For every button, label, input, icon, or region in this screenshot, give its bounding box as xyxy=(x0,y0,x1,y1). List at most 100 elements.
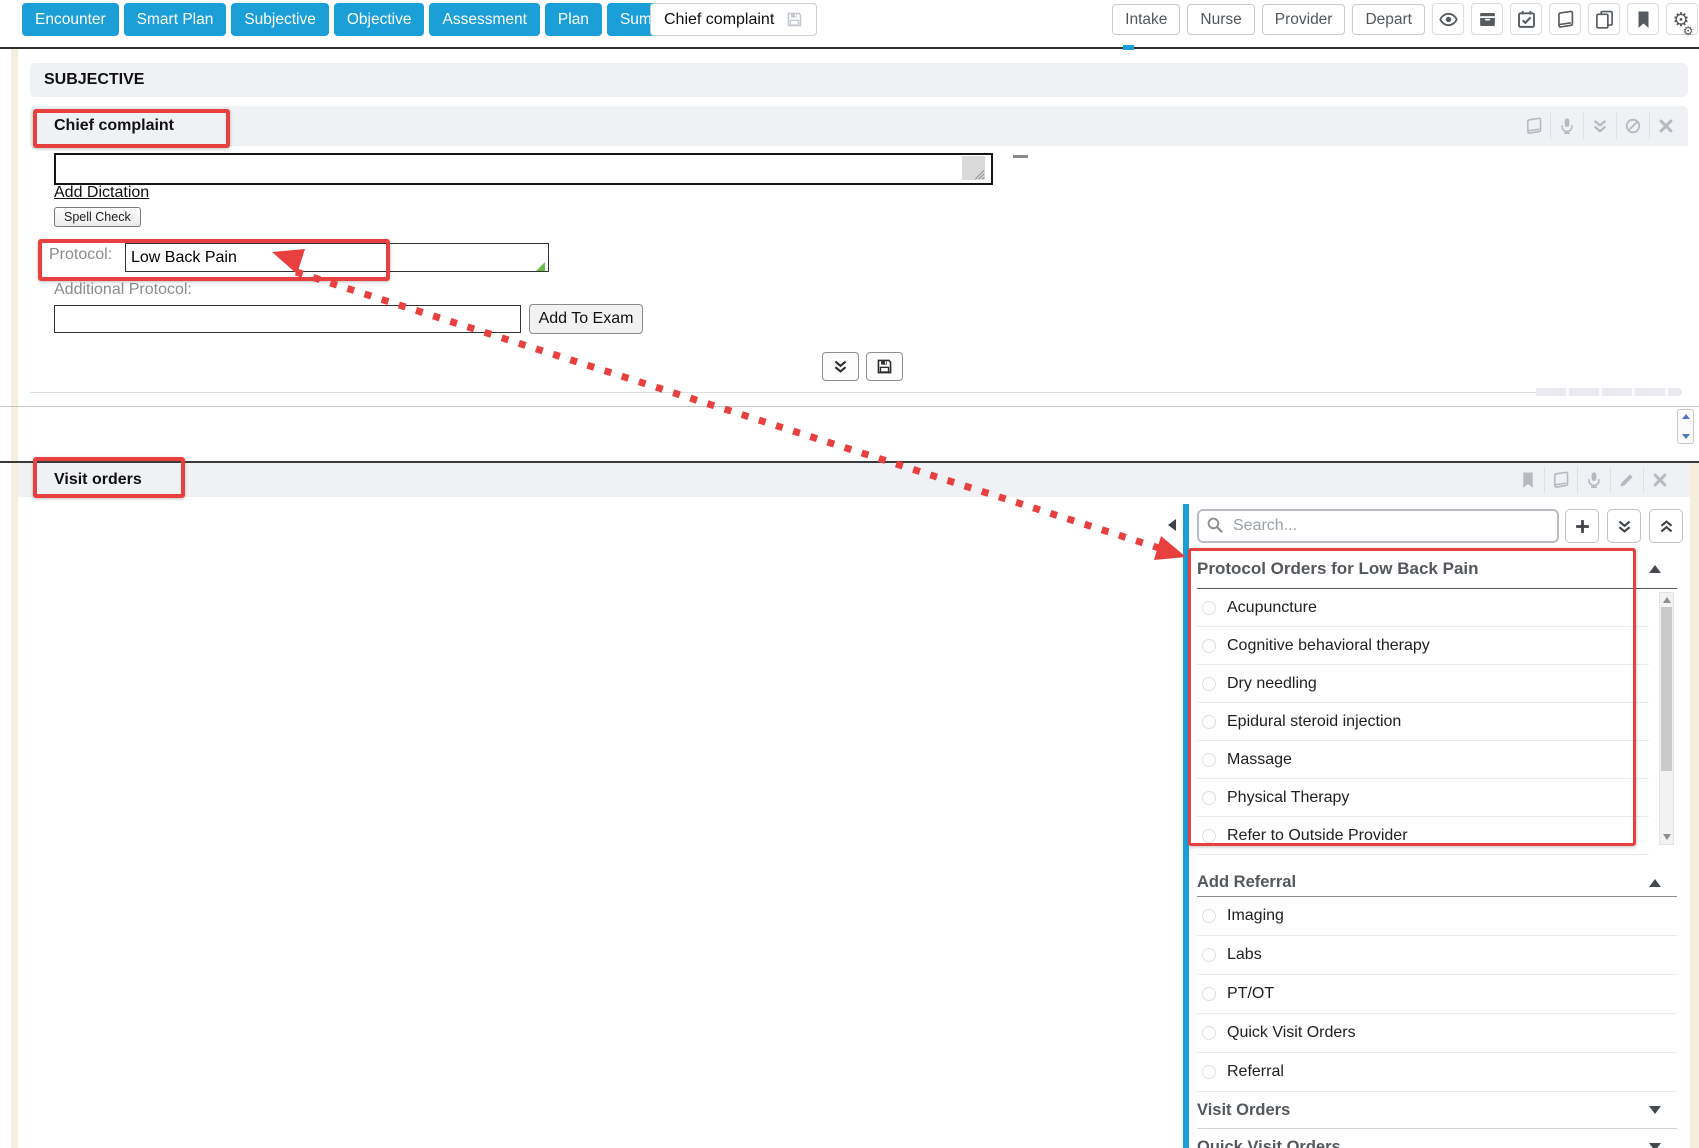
left-edge-strip xyxy=(11,49,18,1148)
tab-assessment[interactable]: Assessment xyxy=(429,3,539,36)
order-radio[interactable] xyxy=(1202,1065,1216,1079)
pencil-button[interactable] xyxy=(1610,467,1643,493)
tab-plan[interactable]: Plan xyxy=(545,3,602,36)
collapse-button[interactable] xyxy=(822,352,859,381)
microphone-button[interactable] xyxy=(1577,467,1610,493)
subjective-section-header: SUBJECTIVE xyxy=(30,63,1688,97)
orders-group-list: Protocol Orders for Low Back PainAcupunc… xyxy=(1197,549,1677,1148)
mini-scroll-widget[interactable] xyxy=(1677,409,1694,444)
protocol-input[interactable] xyxy=(125,243,549,272)
order-item-labs[interactable]: Labs xyxy=(1197,936,1677,975)
topbar-icon-group: ⚙⚙ xyxy=(1432,3,1698,35)
order-item-pt-ot[interactable]: PT/OT xyxy=(1197,975,1677,1014)
orders-scrollbar[interactable] xyxy=(1659,592,1674,845)
scroll-down-icon[interactable] xyxy=(1663,834,1671,840)
group-header-protocol-orders-for-low-back-pain[interactable]: Protocol Orders for Low Back Pain xyxy=(1197,549,1677,589)
group-header-visit-orders[interactable]: Visit Orders xyxy=(1197,1092,1677,1129)
add-to-exam-button[interactable]: Add To Exam xyxy=(529,304,643,334)
scrollbar-thumb[interactable] xyxy=(1661,607,1672,771)
orders-search-input[interactable] xyxy=(1197,509,1559,543)
textarea-resize-handle[interactable] xyxy=(962,156,985,180)
phase-button-nurse[interactable]: Nurse xyxy=(1187,4,1254,35)
collapse-button[interactable] xyxy=(1607,509,1641,543)
expand-group-icon[interactable] xyxy=(1649,1106,1661,1114)
collapse-button[interactable] xyxy=(1583,113,1616,139)
order-item-label: Dry needling xyxy=(1227,675,1317,693)
bookmark-button[interactable] xyxy=(1511,467,1544,493)
tab-objective[interactable]: Objective xyxy=(334,3,425,36)
order-radio[interactable] xyxy=(1202,987,1216,1001)
order-radio[interactable] xyxy=(1202,715,1216,729)
order-item-imaging[interactable]: Imaging xyxy=(1197,897,1677,936)
plus-icon xyxy=(1574,518,1591,535)
order-radio[interactable] xyxy=(1202,948,1216,962)
tab-smart-plan[interactable]: Smart Plan xyxy=(124,3,227,36)
order-item-referral[interactable]: Referral xyxy=(1197,1053,1677,1092)
order-radio[interactable] xyxy=(1202,791,1216,805)
phase-button-intake[interactable]: Intake xyxy=(1112,4,1180,35)
group-list: AcupunctureCognitive behavioral therapy D… xyxy=(1197,589,1677,855)
book-button[interactable] xyxy=(1517,113,1550,139)
bookmark-button[interactable] xyxy=(1627,3,1659,35)
order-item-label: Labs xyxy=(1227,946,1262,964)
expand-button[interactable] xyxy=(1649,509,1683,543)
disable-button[interactable] xyxy=(1616,113,1649,139)
order-radio[interactable] xyxy=(1202,829,1216,843)
order-radio[interactable] xyxy=(1202,639,1216,653)
add-dictation-link[interactable]: Add Dictation xyxy=(54,184,149,202)
active-tab-wrap: Chief complaint xyxy=(612,3,817,36)
archive-button[interactable] xyxy=(1471,3,1503,35)
expand-icon xyxy=(1658,518,1675,535)
order-item-acupuncture[interactable]: Acupuncture xyxy=(1197,589,1649,627)
additional-protocol-input[interactable] xyxy=(54,305,521,333)
order-radio[interactable] xyxy=(1202,677,1216,691)
order-item-dry-needling[interactable]: Dry needling xyxy=(1197,665,1649,703)
book-button[interactable] xyxy=(1544,467,1577,493)
phase-button-provider[interactable]: Provider xyxy=(1262,4,1346,35)
order-item-refer-to-outside-provider[interactable]: Refer to Outside Provider xyxy=(1197,817,1649,855)
calendar-check-button[interactable] xyxy=(1510,3,1542,35)
book-icon xyxy=(1556,10,1575,29)
order-item-cognitive-behavioral-therapy[interactable]: Cognitive behavioral therapy xyxy=(1197,627,1649,665)
settings-button[interactable]: ⚙⚙ xyxy=(1666,3,1698,35)
order-item-massage[interactable]: Massage xyxy=(1197,741,1649,779)
order-radio[interactable] xyxy=(1202,1026,1216,1040)
phase-button-depart[interactable]: Depart xyxy=(1352,4,1425,35)
order-item-epidural-steroid-injection[interactable]: Epidural steroid injection xyxy=(1197,703,1649,741)
microphone-button[interactable] xyxy=(1550,113,1583,139)
order-item-label: PT/OT xyxy=(1227,985,1274,1003)
tab-subjective[interactable]: Subjective xyxy=(231,3,329,36)
copy-button[interactable] xyxy=(1588,3,1620,35)
protocol-input-resize-corner[interactable] xyxy=(536,262,545,271)
tab-chief-complaint[interactable]: Chief complaint xyxy=(650,3,817,36)
collapse-group-icon[interactable] xyxy=(1649,879,1661,887)
pencil-icon xyxy=(1618,471,1636,489)
floppy-button[interactable] xyxy=(866,352,903,381)
collapse-panel-icon[interactable] xyxy=(1168,519,1176,531)
order-radio[interactable] xyxy=(1202,909,1216,923)
order-item-quick-visit-orders[interactable]: Quick Visit Orders xyxy=(1197,1014,1677,1053)
order-item-physical-therapy[interactable]: Physical Therapy xyxy=(1197,779,1649,817)
eye-button[interactable] xyxy=(1432,3,1464,35)
mini-scroll-up-icon[interactable] xyxy=(1682,414,1690,419)
group-header-quick-visit-orders[interactable]: Quick Visit Orders xyxy=(1197,1129,1677,1148)
spell-check-button[interactable]: Spell Check xyxy=(54,207,141,227)
close-button[interactable] xyxy=(1643,467,1676,493)
order-radio[interactable] xyxy=(1202,601,1216,615)
disable-icon xyxy=(1624,117,1642,135)
close-button[interactable] xyxy=(1649,113,1682,139)
horizontal-scrollbar-track[interactable] xyxy=(1536,388,1682,396)
book-button[interactable] xyxy=(1549,3,1581,35)
scroll-up-icon[interactable] xyxy=(1663,597,1671,603)
plus-button[interactable] xyxy=(1565,509,1599,543)
settings-icon: ⚙⚙ xyxy=(1673,10,1692,29)
chief-complaint-textarea[interactable] xyxy=(54,153,993,185)
order-item-label: Quick Visit Orders xyxy=(1227,1024,1356,1042)
order-radio[interactable] xyxy=(1202,753,1216,767)
tab-encounter[interactable]: Encounter xyxy=(22,3,119,36)
order-item-label: Epidural steroid injection xyxy=(1227,713,1401,731)
group-header-add-referral[interactable]: Add Referral xyxy=(1197,869,1677,897)
mini-scroll-down-icon[interactable] xyxy=(1682,434,1690,439)
collapse-group-icon[interactable] xyxy=(1649,565,1661,573)
expand-group-icon[interactable] xyxy=(1649,1143,1661,1148)
